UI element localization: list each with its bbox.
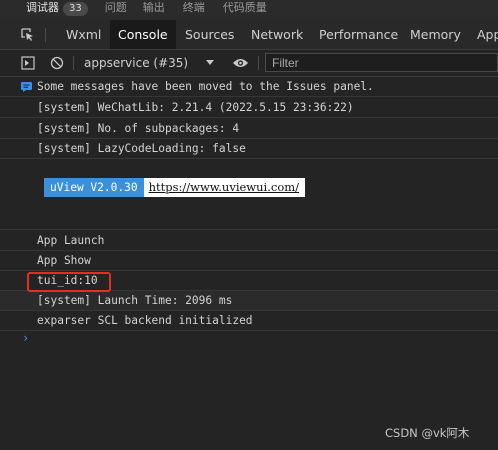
console-toolbar: appservice (#35)	[0, 50, 498, 77]
console-line-text: [system] LazyCodeLoading: false	[37, 142, 246, 155]
console-prompt[interactable]: ›	[22, 331, 29, 345]
context-selector-value: appservice (#35)	[84, 56, 189, 70]
top-tab-label: 问题	[104, 1, 127, 14]
console-line-text: exparser SCL backend initialized	[37, 314, 253, 327]
issue-count-badge: 33	[63, 2, 88, 16]
eye-icon[interactable]	[232, 57, 249, 69]
console-line: exparser SCL backend initialized	[0, 311, 498, 331]
context-selector[interactable]: appservice (#35)	[84, 50, 214, 76]
watermark: CSDN @vk阿木	[385, 426, 470, 440]
console-line: [system] No. of subpackages: 4	[0, 119, 498, 139]
top-tab-output[interactable]: 输出	[133, 0, 171, 20]
uview-version-label: uView V2.0.30	[44, 178, 144, 197]
tab-memory[interactable]: Memory	[410, 20, 461, 49]
console-line: [system] LazyCodeLoading: false	[0, 139, 498, 159]
clear-console-icon[interactable]	[50, 56, 64, 70]
highlight-annotation	[27, 272, 111, 292]
tab-console[interactable]: Console	[110, 20, 176, 49]
divider	[45, 28, 46, 42]
tab-sources[interactable]: Sources	[185, 20, 234, 49]
divider	[73, 56, 74, 70]
console-line-text: App Launch	[37, 234, 105, 247]
uview-link[interactable]: https://www.uviewui.com/	[143, 178, 306, 197]
top-tab-label: 输出	[142, 1, 165, 14]
top-tab-label: 调试器	[26, 1, 59, 14]
tab-wxml[interactable]: Wxml	[66, 20, 101, 49]
top-tab-debugger[interactable]: 调试器 33	[0, 0, 94, 20]
console-line: [system] Launch Time: 2096 ms	[0, 291, 498, 311]
console-line: App Show	[0, 251, 498, 271]
chevron-down-icon	[206, 60, 214, 65]
tab-network[interactable]: Network	[251, 20, 303, 49]
top-tab-code-quality[interactable]: 代码质量	[211, 0, 273, 20]
console-line: App Launch	[0, 231, 498, 251]
top-tab-bar: 调试器 33 问题 输出 终端 代码质量	[0, 0, 498, 20]
divider	[258, 56, 259, 70]
console-line-text: [system] Launch Time: 2096 ms	[37, 294, 233, 307]
tab-performance[interactable]: Performance	[319, 20, 398, 49]
top-tab-problems[interactable]: 问题	[94, 0, 133, 20]
top-tab-label: 终端	[182, 1, 205, 14]
console-line-text: [system] WeChatLib: 2.21.4 (2022.5.15 23…	[37, 101, 354, 114]
uview-banner: uView V2.0.30 https://www.uviewui.com/	[44, 178, 306, 197]
info-message-icon	[21, 82, 32, 92]
console-line: [system] WeChatLib: 2.21.4 (2022.5.15 23…	[0, 98, 498, 118]
console-line-text: [system] No. of subpackages: 4	[37, 122, 240, 135]
console-line-text: App Show	[37, 254, 91, 267]
console-message-text: Some messages have been moved to the Iss…	[37, 80, 374, 93]
top-tab-label: 代码质量	[222, 1, 267, 14]
tab-app[interactable]: App	[477, 20, 498, 49]
sidebar-toggle-icon[interactable]	[21, 56, 35, 70]
top-tab-terminal[interactable]: 终端	[171, 0, 211, 20]
console-message-info: Some messages have been moved to the Iss…	[0, 77, 498, 97]
devtools-tab-bar: Wxml Console Sources Network Performance…	[0, 20, 498, 50]
inspect-element-icon[interactable]	[20, 27, 35, 42]
filter-input[interactable]	[265, 53, 498, 72]
